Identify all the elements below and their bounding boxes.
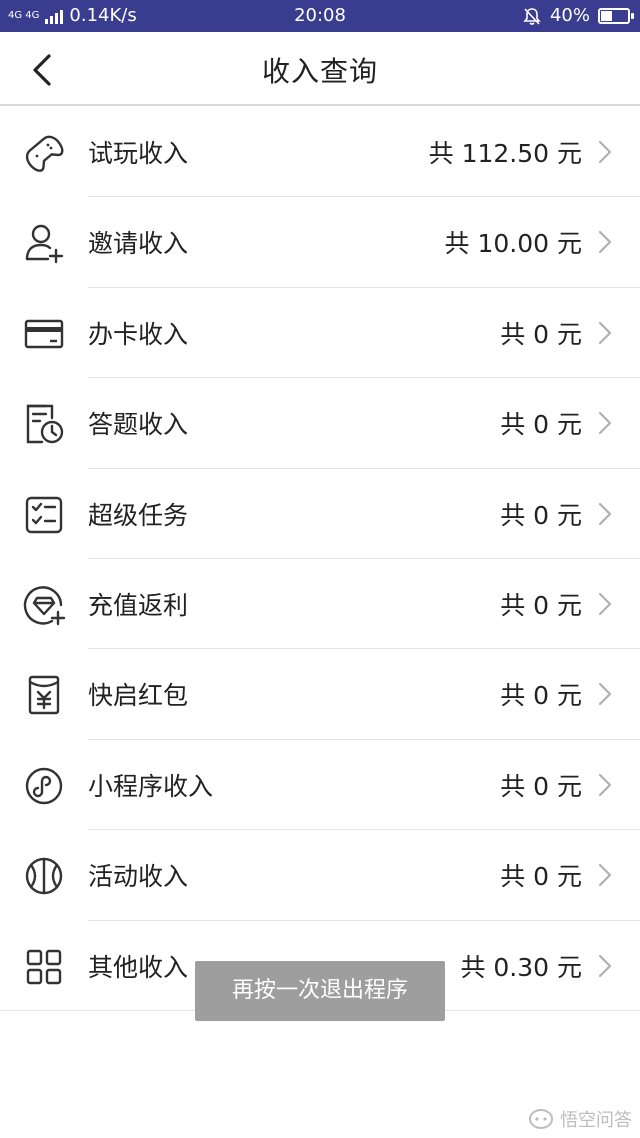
list-item-amount: 共 0 元 xyxy=(500,410,582,440)
exit-toast: 再按一次退出程序 xyxy=(195,961,445,1021)
income-list: 试玩收入 共 112.50 元 邀请收入 共 10.00 元 办卡收入 共 0 … xyxy=(0,107,640,1011)
page-title: 收入查询 xyxy=(261,55,378,88)
list-item-label: 活动收入 xyxy=(88,862,189,892)
list-item-red-envelope[interactable]: 快启红包 共 0 元 xyxy=(0,649,640,740)
list-item-label: 小程序收入 xyxy=(88,771,214,801)
battery-icon xyxy=(598,7,634,24)
list-item-quiz-income[interactable]: 答题收入 共 0 元 xyxy=(0,378,640,469)
list-item-card-income[interactable]: 办卡收入 共 0 元 xyxy=(0,288,640,379)
list-item-mini-program-income[interactable]: 小程序收入 共 0 元 xyxy=(0,740,640,831)
red-envelope-icon xyxy=(22,673,66,717)
chevron-right-icon xyxy=(598,231,612,254)
list-item-label: 办卡收入 xyxy=(88,319,189,349)
list-item-label: 超级任务 xyxy=(88,500,189,530)
grid-icon xyxy=(22,945,66,989)
diamond-add-icon xyxy=(22,583,66,627)
chevron-right-icon xyxy=(598,592,612,616)
chevron-right-icon xyxy=(598,773,612,796)
list-item-amount: 共 0 元 xyxy=(500,681,582,711)
list-item-amount: 共 0 元 xyxy=(500,319,582,349)
list-item-invite-income[interactable]: 邀请收入 共 10.00 元 xyxy=(0,197,640,288)
watermark-text: 悟空问答 xyxy=(560,1110,632,1131)
card-icon xyxy=(22,312,66,356)
list-item-label: 快启红包 xyxy=(88,681,189,711)
list-item-amount: 共 0 元 xyxy=(500,500,582,530)
chevron-right-icon xyxy=(598,954,612,977)
list-item-amount: 共 0 元 xyxy=(500,862,582,892)
chevron-right-icon xyxy=(598,864,612,887)
list-item-super-task[interactable]: 超级任务 共 0 元 xyxy=(0,469,640,559)
chevron-right-icon xyxy=(598,683,612,706)
list-item-trial-income[interactable]: 试玩收入 共 112.50 元 xyxy=(0,107,640,198)
list-item-activity-income[interactable]: 活动收入 共 0 元 xyxy=(0,830,640,921)
checklist-icon xyxy=(22,493,66,537)
list-item-label: 其他收入 xyxy=(88,952,189,982)
chevron-right-icon xyxy=(598,140,612,164)
list-item-recharge-rebate[interactable]: 充值返利 共 0 元 xyxy=(0,559,640,650)
list-item-label: 充值返利 xyxy=(88,590,189,620)
watermark: 悟空问答 xyxy=(528,1106,632,1132)
app-header: 收入查询 xyxy=(0,32,640,106)
list-item-amount: 共 112.50 元 xyxy=(428,139,582,168)
gamepad-icon xyxy=(22,131,66,175)
list-item-amount: 共 0 元 xyxy=(500,590,582,620)
list-item-label: 答题收入 xyxy=(88,410,189,440)
list-item-label: 邀请收入 xyxy=(88,229,189,259)
status-right: 40% xyxy=(522,5,634,26)
mini-program-icon xyxy=(22,764,66,808)
bell-muted-icon xyxy=(523,7,541,25)
wukong-logo-icon xyxy=(529,1109,553,1129)
battery-percent: 40% xyxy=(549,5,590,26)
chevron-right-icon xyxy=(598,412,612,435)
list-item-label: 试玩收入 xyxy=(88,139,189,168)
list-item-amount: 共 0.30 元 xyxy=(460,952,582,982)
status-bar: 4G 4G 0.14K/s 20:08 40% xyxy=(0,0,640,32)
list-item-amount: 共 10.00 元 xyxy=(444,229,582,259)
quiz-clock-icon xyxy=(22,402,66,446)
list-item-amount: 共 0 元 xyxy=(500,771,582,801)
add-user-icon xyxy=(22,221,66,265)
chevron-right-icon xyxy=(598,321,612,344)
chevron-right-icon xyxy=(598,502,612,525)
basketball-icon xyxy=(22,854,66,898)
